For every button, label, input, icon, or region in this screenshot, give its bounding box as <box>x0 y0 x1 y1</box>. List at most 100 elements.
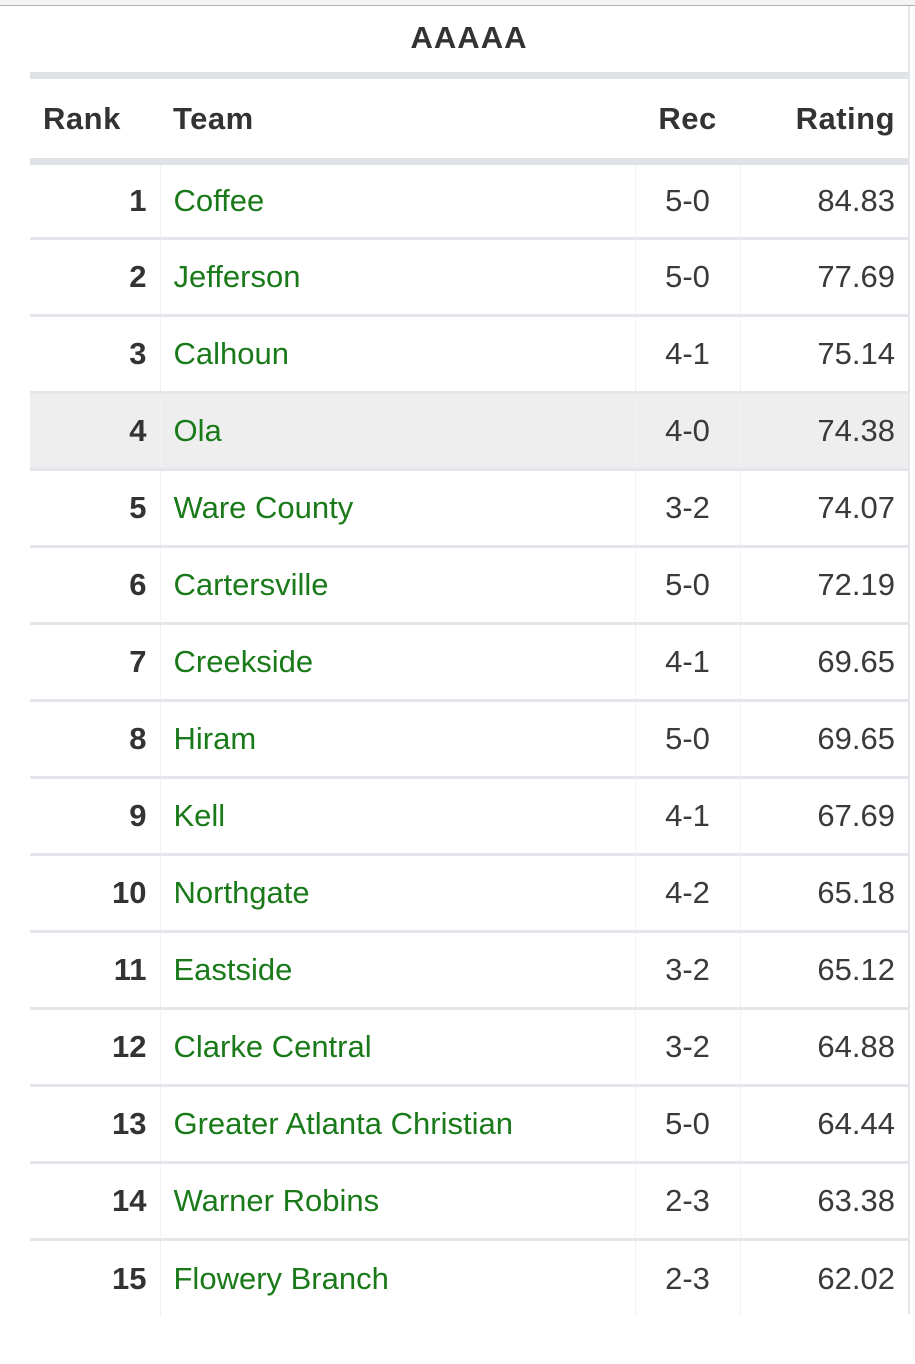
rank-cell: 12 <box>30 1008 161 1087</box>
table-right-border <box>908 6 910 1314</box>
table-row: 11 Eastside 3-2 65.12 <box>30 931 908 1010</box>
rating-cell: 69.65 <box>740 700 908 779</box>
rating-cell: 67.69 <box>740 777 908 856</box>
record-cell: 4-1 <box>634 623 741 702</box>
record-cell: 4-0 <box>634 392 741 471</box>
team-cell: Cartersville <box>160 546 635 625</box>
record-cell: 3-2 <box>634 469 741 548</box>
rank-cell: 6 <box>30 546 161 625</box>
team-cell: Coffee <box>160 161 635 240</box>
column-header-rec[interactable]: Rec <box>635 72 740 165</box>
rating-cell: 64.88 <box>740 1008 908 1087</box>
team-link[interactable]: Warner Robins <box>174 1183 380 1218</box>
record-cell: 4-2 <box>634 854 741 933</box>
team-cell: Warner Robins <box>160 1162 635 1241</box>
rank-cell: 3 <box>30 315 161 394</box>
rating-cell: 65.12 <box>740 931 908 1010</box>
team-link[interactable]: Eastside <box>174 952 293 987</box>
column-header-team[interactable]: Team <box>160 72 635 165</box>
table-row: 5 Ware County 3-2 74.07 <box>30 469 908 548</box>
team-link[interactable]: Coffee <box>174 183 265 218</box>
rank-cell: 2 <box>30 238 161 317</box>
rank-cell: 14 <box>30 1162 161 1241</box>
record-cell: 5-0 <box>634 546 741 625</box>
record-cell: 3-2 <box>634 1008 741 1087</box>
team-cell: Eastside <box>160 931 635 1010</box>
table-row: 9 Kell 4-1 67.69 <box>30 777 908 856</box>
record-cell: 4-1 <box>634 315 741 394</box>
team-link[interactable]: Cartersville <box>174 567 329 602</box>
team-link[interactable]: Greater Atlanta Christian <box>174 1106 513 1141</box>
record-cell: 5-0 <box>634 238 741 317</box>
team-cell: Ola <box>160 392 635 471</box>
rating-cell: 62.02 <box>817 1260 895 1296</box>
rating-cell: 84.83 <box>740 161 908 240</box>
table-row: 12 Clarke Central 3-2 64.88 <box>30 1008 908 1087</box>
rank-cell: 9 <box>30 777 161 856</box>
rank-cell: 4 <box>30 392 161 471</box>
team-cell: Jefferson <box>160 238 635 317</box>
header-row: Rank Team Rec Rating <box>30 72 908 165</box>
table-row: 13 Greater Atlanta Christian 5-0 64.44 <box>30 1085 908 1164</box>
team-link[interactable]: Ware County <box>174 490 354 525</box>
column-header-rating[interactable]: Rating <box>740 72 908 165</box>
table-row: 6 Cartersville 5-0 72.19 <box>30 546 908 625</box>
table-body: 1 Coffee 5-0 84.83 2 Jefferson 5-0 77.69 3 Calhou… <box>30 161 908 1317</box>
team-link[interactable]: Clarke Central <box>174 1029 372 1064</box>
rating-cell: 75.14 <box>740 315 908 394</box>
table-header: Rank Team Rec Rating <box>30 72 908 165</box>
table-row: 1 Coffee 5-0 84.83 <box>30 161 908 240</box>
table-row: 10 Northgate 4-2 65.18 <box>30 854 908 933</box>
team-link[interactable]: Creekside <box>174 644 314 679</box>
rating-cell: 63.38 <box>740 1162 908 1241</box>
top-edge-divider <box>0 0 915 6</box>
rating-cell: 72.19 <box>740 546 908 625</box>
table-caption: AAAAA <box>410 20 528 55</box>
record-cell: 5-0 <box>634 161 741 240</box>
column-header-rank[interactable]: Rank <box>30 72 160 165</box>
record-cell: 5-0 <box>634 1085 741 1164</box>
rank-cell: 11 <box>30 931 161 1010</box>
record-cell: 2-3 <box>634 1162 741 1241</box>
record-cell: 3-2 <box>634 931 741 1010</box>
rank-cell: 1 <box>30 161 161 240</box>
rank-cell: 10 <box>30 854 161 933</box>
table-row: 3 Calhoun 4-1 75.14 <box>30 315 908 394</box>
rank-cell: 5 <box>30 469 161 548</box>
rank-cell: 8 <box>30 700 161 779</box>
team-link[interactable]: Ola <box>174 413 222 448</box>
table-row: 7 Creekside 4-1 69.65 <box>30 623 908 702</box>
team-link[interactable]: Northgate <box>174 875 310 910</box>
team-link[interactable]: Hiram <box>174 721 257 756</box>
team-cell: Ware County <box>160 469 635 548</box>
table-row: 4 Ola 4-0 74.38 <box>30 392 908 471</box>
team-cell: Creekside <box>160 623 635 702</box>
rank-cell: 15 <box>30 1239 161 1317</box>
rankings-table: Rank Team Rec Rating 1 Coffee 5-0 84.83 2 Jef… <box>30 72 908 1317</box>
table-row: 15 Flowery Branch 2-3 62.02 <box>30 1239 908 1317</box>
table-row: 2 Jefferson 5-0 77.69 <box>30 238 908 317</box>
team-link[interactable]: Jefferson <box>174 259 301 294</box>
rating-cell: 69.65 <box>740 623 908 702</box>
table-row: 8 Hiram 5-0 69.65 <box>30 700 908 779</box>
record-cell: 5-0 <box>634 700 741 779</box>
team-cell: Hiram <box>160 700 635 779</box>
team-cell: Flowery Branch <box>160 1240 635 1317</box>
rating-cell: 74.07 <box>740 469 908 548</box>
team-link[interactable]: Flowery Branch <box>174 1261 389 1296</box>
team-link[interactable]: Kell <box>174 798 226 833</box>
record-cell: 4-1 <box>634 777 741 856</box>
rank-cell: 7 <box>30 623 161 702</box>
team-cell: Calhoun <box>160 315 635 394</box>
team-cell: Northgate <box>160 854 635 933</box>
team-link[interactable]: Calhoun <box>174 336 289 371</box>
rating-cell: 74.38 <box>740 392 908 471</box>
rating-cell: 64.44 <box>740 1085 908 1164</box>
team-cell: Greater Atlanta Christian <box>160 1085 635 1164</box>
rank-cell: 13 <box>30 1085 161 1164</box>
team-cell: Clarke Central <box>160 1008 635 1087</box>
rating-cell: 65.18 <box>740 854 908 933</box>
rating-cell: 77.69 <box>740 238 908 317</box>
record-cell: 2-3 <box>634 1239 741 1317</box>
table-row: 14 Warner Robins 2-3 63.38 <box>30 1162 908 1241</box>
